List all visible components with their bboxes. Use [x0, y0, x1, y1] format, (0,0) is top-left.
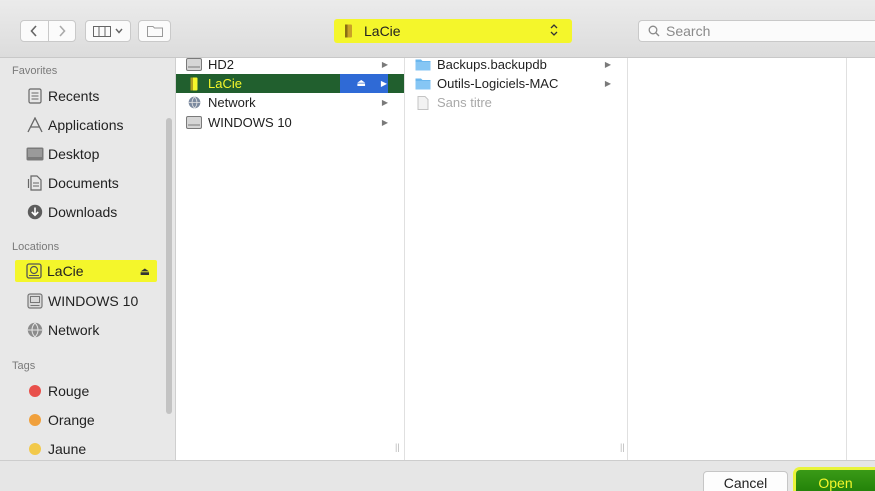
column-item-hd2[interactable]: HD2 ▶	[176, 55, 404, 74]
disclosure-arrow-icon: ▶	[381, 60, 388, 69]
disclosure-arrow-icon: ▶	[604, 60, 611, 69]
tag-dot-icon	[26, 411, 44, 429]
sidebar-scrollbar[interactable]	[166, 118, 172, 414]
sidebar-item-recents[interactable]: Recents	[10, 85, 160, 107]
sidebar-item-documents[interactable]: Documents	[10, 172, 160, 194]
browser-column-1: HD2 ▶ LaCie ⏏ ▶ Network ▶ WINDOWS 10 ▶	[176, 55, 405, 460]
disk-icon	[26, 292, 44, 310]
column-item-label: WINDOWS 10	[208, 115, 292, 130]
column-item-network[interactable]: Network ▶	[176, 93, 404, 112]
recents-icon	[26, 87, 44, 105]
column-item-label: Sans titre	[437, 95, 492, 110]
chevron-left-icon	[30, 25, 37, 37]
sidebar-item-label: Downloads	[48, 204, 118, 220]
sidebar-item-lacie[interactable]: LaCie ⏏	[15, 260, 157, 282]
external-drive-icon	[345, 24, 352, 38]
tag-dot-icon	[26, 440, 44, 458]
column-item-windows-10[interactable]: WINDOWS 10 ▶	[176, 113, 404, 132]
disclosure-arrow-icon: ▶	[381, 118, 388, 127]
view-mode-button[interactable]	[85, 20, 131, 42]
path-popup-menu[interactable]: LaCie	[334, 19, 572, 43]
disk-icon	[186, 116, 202, 130]
search-placeholder: Search	[666, 23, 711, 39]
network-globe-icon	[26, 321, 44, 339]
column-item-label: HD2	[208, 57, 235, 72]
downloads-icon	[26, 203, 44, 221]
documents-icon	[26, 174, 44, 192]
sidebar-item-tag-orange[interactable]: Orange	[10, 409, 160, 431]
tags-header: Tags	[12, 360, 36, 372]
disk-icon	[186, 58, 202, 72]
eject-icon[interactable]: ⏏	[140, 265, 150, 278]
sidebar-item-desktop[interactable]: Desktop	[10, 143, 160, 165]
new-folder-icon	[146, 26, 163, 37]
chevron-right-icon	[59, 25, 66, 37]
search-icon	[648, 25, 660, 37]
forward-button[interactable]	[47, 21, 76, 41]
column-item-label: Network	[208, 95, 256, 110]
column-resize-handle[interactable]: ||	[395, 442, 400, 452]
favorites-header: Favorites	[12, 65, 58, 77]
browser-column-3: ||	[620, 58, 847, 460]
open-button[interactable]: Open	[796, 470, 875, 491]
sidebar-item-label: Recents	[48, 88, 100, 104]
external-drive-icon	[186, 77, 202, 91]
locations-header: Locations	[12, 241, 60, 253]
column-item-label: Backups.backupdb	[437, 57, 547, 72]
up-down-chevron-icon	[550, 24, 558, 36]
browser-column-2: Backups.backupdb ▶ Outils-Logiciels-MAC …	[395, 55, 628, 460]
disclosure-arrow-icon: ▶	[380, 79, 387, 88]
sidebar-item-label: Network	[48, 322, 100, 338]
sidebar: Favorites Recents Applications Desktop D…	[0, 58, 176, 460]
external-drive-icon	[25, 262, 43, 280]
document-icon	[415, 95, 431, 110]
sidebar-item-windows-10[interactable]: WINDOWS 10	[10, 290, 160, 312]
sidebar-item-label: WINDOWS 10	[48, 293, 139, 309]
eject-icon[interactable]: ⏏	[357, 78, 366, 89]
chevron-down-icon	[115, 28, 123, 34]
toolbar: LaCie Search	[0, 0, 875, 58]
column-item-lacie[interactable]: LaCie ⏏ ▶	[176, 74, 404, 93]
sidebar-item-label: Documents	[48, 175, 119, 191]
path-popup-label: LaCie	[364, 23, 401, 39]
search-field[interactable]: Search	[638, 20, 875, 42]
sidebar-item-tag-jaune[interactable]: Jaune	[10, 438, 160, 460]
column-item-label: Outils-Logiciels-MAC	[437, 76, 559, 91]
folder-icon	[415, 77, 431, 91]
column-item-label: LaCie	[208, 76, 242, 91]
dialog-button-bar: Cancel Open	[0, 460, 875, 491]
disclosure-arrow-icon: ▶	[604, 79, 611, 88]
folder-icon	[415, 58, 431, 72]
browser-column-4	[847, 58, 875, 460]
sidebar-item-label: Applications	[48, 117, 124, 133]
column-resize-handle[interactable]: ||	[620, 442, 625, 452]
back-forward-group	[20, 20, 76, 42]
network-globe-icon	[186, 96, 202, 110]
column-item-outils[interactable]: Outils-Logiciels-MAC ▶	[405, 74, 627, 93]
new-folder-button[interactable]	[138, 20, 171, 42]
tag-dot-icon	[26, 382, 44, 400]
sidebar-item-tag-rouge[interactable]: Rouge	[10, 380, 160, 402]
columns-view-icon	[93, 25, 111, 37]
back-button[interactable]	[21, 21, 48, 41]
column-item-sans-titre: Sans titre	[405, 93, 627, 112]
sidebar-item-label: Rouge	[48, 383, 90, 399]
sidebar-item-network[interactable]: Network	[10, 319, 160, 341]
disclosure-arrow-icon: ▶	[381, 98, 388, 107]
sidebar-item-label: Jaune	[48, 441, 87, 457]
cancel-button[interactable]: Cancel	[703, 471, 788, 491]
desktop-icon	[26, 145, 44, 163]
sidebar-item-label: LaCie	[47, 263, 84, 279]
sidebar-item-downloads[interactable]: Downloads	[10, 201, 160, 223]
applications-icon	[26, 116, 44, 134]
sidebar-item-label: Desktop	[48, 146, 100, 162]
column-item-backups[interactable]: Backups.backupdb ▶	[405, 55, 627, 74]
sidebar-item-label: Orange	[48, 412, 95, 428]
sidebar-item-applications[interactable]: Applications	[10, 114, 160, 136]
